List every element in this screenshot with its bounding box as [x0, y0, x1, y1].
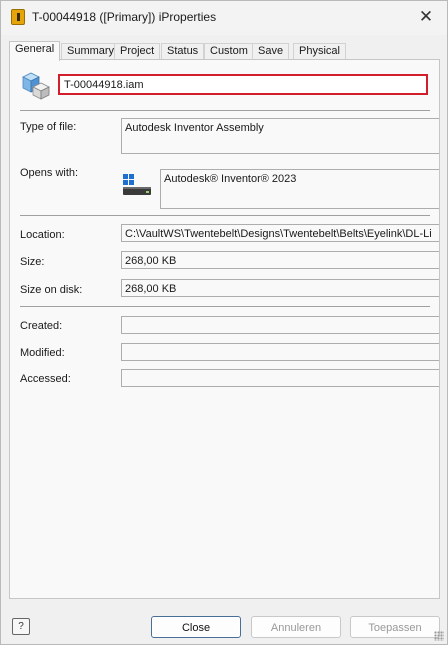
tab-physical[interactable]: Physical — [293, 43, 346, 60]
assembly-file-icon — [22, 72, 50, 100]
created-value — [121, 316, 439, 334]
location-value[interactable]: C:\VaultWS\Twentebelt\Designs\Twentebelt… — [121, 224, 439, 242]
size-value: 268,00 KB — [121, 251, 439, 269]
help-button[interactable]: ? — [12, 618, 30, 635]
tab-project[interactable]: Project — [114, 43, 161, 60]
window-title: T-00044918 ([Primary]) iProperties — [32, 10, 217, 24]
file-name-field[interactable]: T-00044918.iam — [58, 74, 428, 95]
tab-general[interactable]: General — [9, 41, 61, 61]
divider — [20, 215, 430, 216]
close-button[interactable]: Close — [151, 616, 241, 638]
size-on-disk-value: 268,00 KB — [121, 279, 439, 297]
tab-status[interactable]: Status — [161, 43, 205, 60]
opens-with-label: Opens with: — [20, 167, 79, 179]
created-label: Created: — [20, 320, 63, 332]
type-of-file-value: Autodesk Inventor Assembly — [121, 118, 439, 154]
location-label: Location: — [20, 229, 65, 241]
divider — [20, 306, 430, 307]
close-window-button[interactable]: ✕ — [413, 5, 439, 29]
opens-with-value: Autodesk® Inventor® 2023 — [160, 169, 439, 209]
tab-summary[interactable]: Summary — [61, 43, 121, 60]
size-label: Size: — [20, 256, 45, 268]
tab-custom[interactable]: Custom — [204, 43, 254, 60]
title-bar: T-00044918 ([Primary]) iProperties ✕ — [1, 1, 447, 35]
type-of-file-label: Type of file: — [20, 121, 77, 133]
inventor-app-icon — [11, 9, 25, 25]
inventor-program-icon — [123, 174, 151, 195]
cancel-button[interactable]: Annuleren — [251, 616, 341, 638]
tab-strip: General Summary Project Status Custom Sa… — [9, 41, 441, 61]
tab-save[interactable]: Save — [252, 43, 290, 60]
modified-value — [121, 343, 439, 361]
size-on-disk-label: Size on disk: — [20, 284, 83, 296]
iproperties-dialog: T-00044918 ([Primary]) iProperties ✕ Gen… — [0, 0, 448, 645]
modified-label: Modified: — [20, 347, 65, 359]
resize-grip[interactable] — [434, 631, 444, 641]
divider — [20, 110, 430, 111]
accessed-label: Accessed: — [20, 373, 71, 385]
general-panel: T-00044918.iam Type of file: Autodesk In… — [9, 59, 440, 599]
accessed-value — [121, 369, 439, 387]
apply-button[interactable]: Toepassen — [350, 616, 440, 638]
